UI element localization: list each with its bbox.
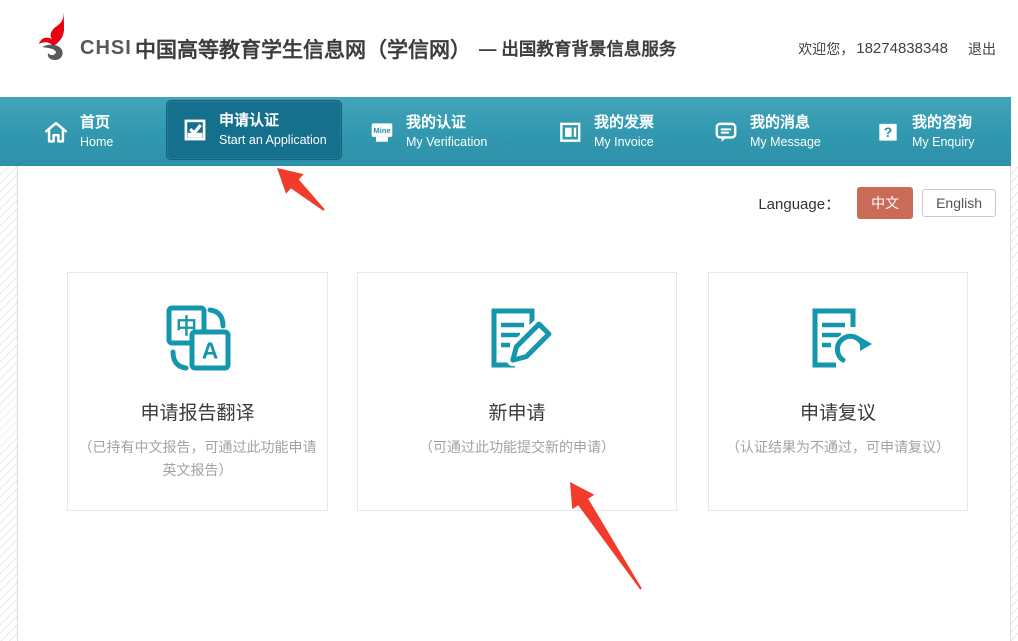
- nav-item-home[interactable]: 首页 Home: [42, 97, 113, 166]
- nav-label-zh: 我的咨询: [912, 115, 975, 130]
- card-desc: （已持有中文报告，可通过此功能申请英文报告）: [68, 436, 327, 482]
- invoice-icon: [556, 118, 583, 145]
- svg-text:Mine: Mine: [373, 126, 390, 135]
- card-report-translation[interactable]: 中 A 申请报告翻译 （已持有中文报告，可通过此功能申请英文报告）: [67, 272, 328, 511]
- card-title: 新申请: [358, 398, 676, 425]
- nav-label-zh: 我的消息: [750, 115, 821, 130]
- nav-label-en: My Enquiry: [912, 136, 975, 149]
- nav-item-start-application[interactable]: 申请认证 Start an Application: [166, 100, 342, 160]
- card-title: 申请报告翻译: [68, 398, 327, 425]
- chsi-phoenix-icon: [36, 12, 78, 62]
- question-icon: ?: [874, 118, 901, 145]
- nav-label-zh: 我的发票: [594, 115, 654, 130]
- nav-item-my-enquiry[interactable]: ? 我的咨询 My Enquiry: [874, 97, 975, 166]
- card-new-application[interactable]: 新申请 （可通过此功能提交新的申请）: [357, 272, 677, 511]
- svg-text:A: A: [201, 338, 218, 364]
- home-icon: [42, 118, 69, 145]
- content-panel: Language： 中文 English 中 A 申请报告翻译 （已持有中文报告…: [17, 166, 1011, 641]
- nav-label-en: Home: [80, 136, 113, 149]
- chsi-logo: CHSI: [36, 12, 132, 62]
- language-option-chinese[interactable]: 中文: [857, 187, 913, 219]
- check-square-icon: [181, 117, 208, 144]
- nav-item-my-message[interactable]: 我的消息 My Message: [712, 97, 821, 166]
- logo-text: CHSI: [80, 37, 132, 60]
- user-welcome: 欢迎您，18274838348 退出: [798, 0, 996, 97]
- message-icon: [712, 118, 739, 145]
- nav-label-en: My Message: [750, 136, 821, 149]
- site-title-main: 中国高等教育学生信息网（学信网）: [135, 34, 471, 64]
- nav-label-zh: 首页: [80, 115, 113, 130]
- language-label: Language：: [758, 193, 840, 214]
- svg-text:?: ?: [883, 123, 892, 139]
- language-option-english[interactable]: English: [922, 189, 996, 217]
- card-desc: （可通过此功能提交新的申请）: [358, 436, 676, 459]
- nav-label-en: My Invoice: [594, 136, 654, 149]
- language-switcher: Language： 中文 English: [758, 187, 996, 219]
- nav-label-en: My Verification: [406, 136, 487, 149]
- logout-link[interactable]: 退出: [968, 39, 996, 59]
- page: CHSI 中国高等教育学生信息网（学信网） — 出国教育背景信息服务 欢迎您，1…: [0, 0, 1018, 641]
- review-icon: [800, 301, 876, 377]
- nav-label-en: Start an Application: [219, 134, 327, 147]
- site-header: CHSI 中国高等教育学生信息网（学信网） — 出国教育背景信息服务 欢迎您，1…: [0, 0, 1018, 97]
- username: 18274838348: [856, 40, 948, 57]
- nav-item-my-invoice[interactable]: 我的发票 My Invoice: [556, 97, 654, 166]
- site-title-sub: — 出国教育背景信息服务: [479, 36, 676, 61]
- welcome-text: 欢迎您，: [798, 39, 854, 59]
- translate-icon: 中 A: [160, 301, 236, 377]
- main-area: Language： 中文 English 中 A 申请报告翻译 （已持有中文报告…: [0, 166, 1018, 641]
- card-title: 申请复议: [709, 398, 967, 425]
- mine-badge-icon: Mine: [368, 118, 395, 145]
- nav-label-zh: 申请认证: [219, 113, 327, 128]
- nav-label-zh: 我的认证: [406, 115, 487, 130]
- nav-item-my-verification[interactable]: Mine 我的认证 My Verification: [368, 97, 487, 166]
- site-title: 中国高等教育学生信息网（学信网） — 出国教育背景信息服务: [135, 0, 676, 97]
- card-review-application[interactable]: 申请复议 （认证结果为不通过，可申请复议）: [708, 272, 968, 511]
- card-desc: （认证结果为不通过，可申请复议）: [709, 436, 967, 459]
- main-nav: 首页 Home 申请认证 Start an Application Mine: [0, 97, 1011, 166]
- new-application-icon: [479, 301, 555, 377]
